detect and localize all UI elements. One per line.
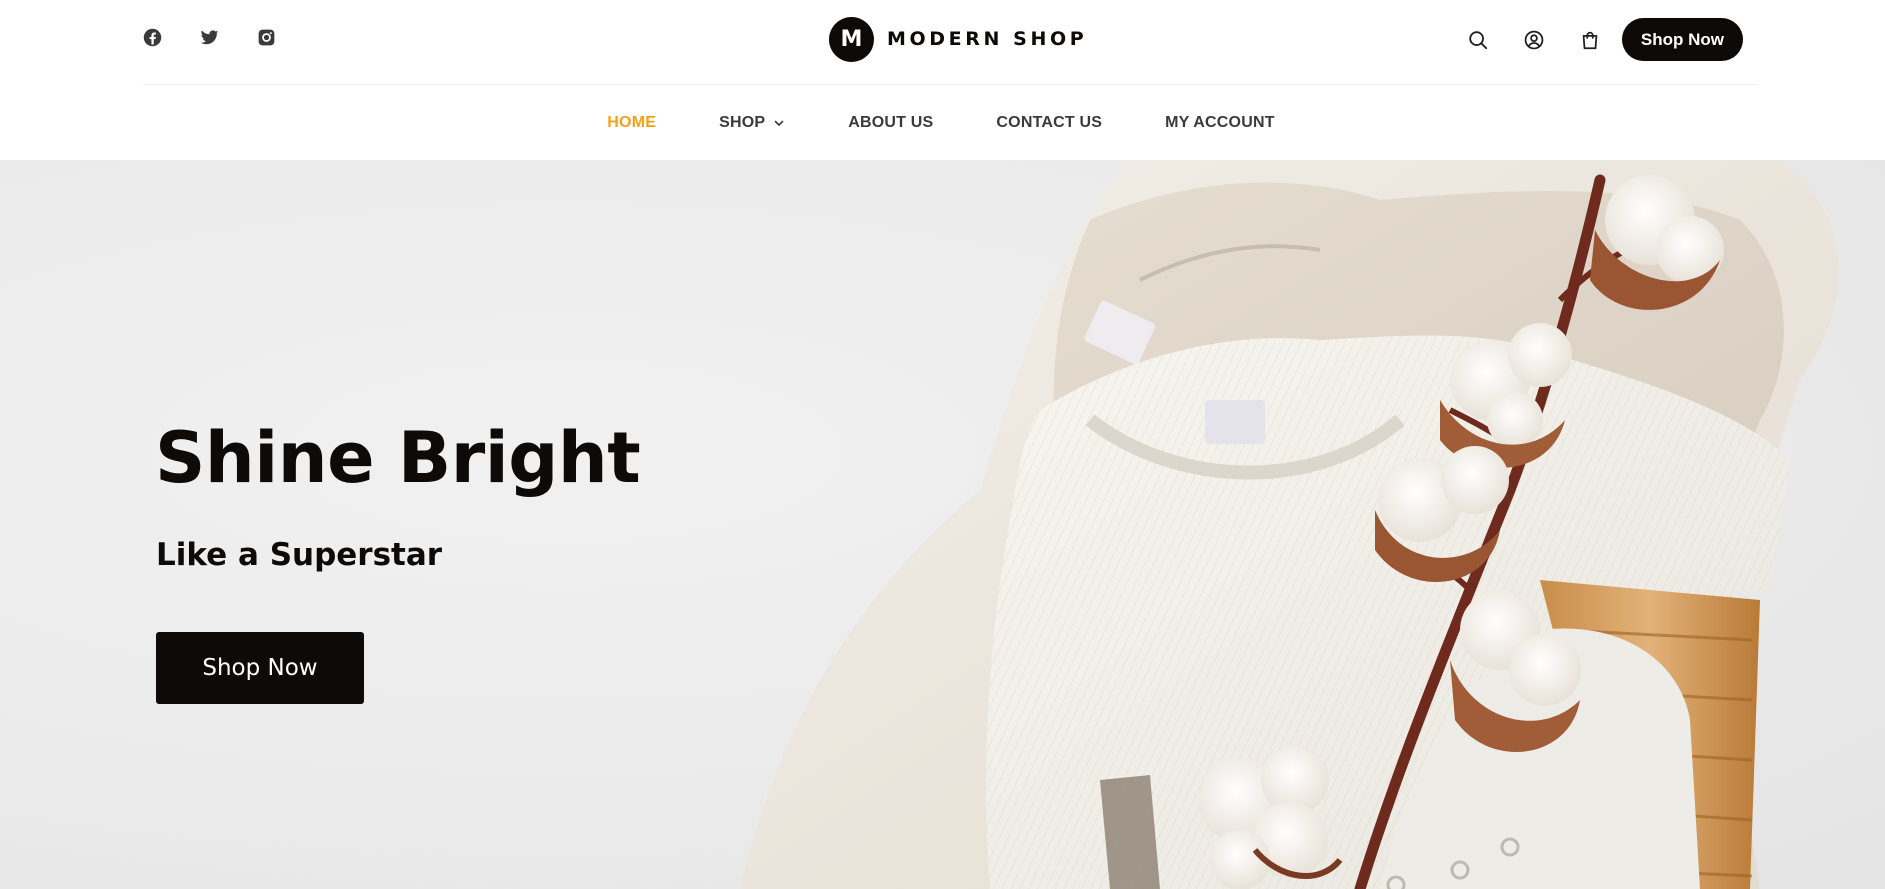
instagram-icon[interactable] [256, 27, 277, 48]
brand-name: MODERN SHOP [887, 28, 1088, 50]
account-icon[interactable] [1523, 29, 1545, 51]
twitter-icon[interactable] [199, 27, 220, 48]
chevron-down-icon [774, 120, 784, 126]
logo-mark: M [829, 16, 874, 62]
hero-subtitle: Like a Superstar [156, 537, 443, 573]
header-tools: Shop Now [1467, 18, 1743, 61]
search-icon[interactable] [1467, 29, 1489, 51]
facebook-icon[interactable] [142, 27, 163, 48]
main-nav: HOME SHOP ABOUT US CONTACT US MY ACCOUNT [0, 85, 1885, 160]
hero-title: Shine Bright [155, 417, 641, 499]
hero-banner: Shine Bright Like a Superstar Shop Now [0, 160, 1885, 889]
hero-product-image [740, 160, 1839, 889]
nav-item-my-account[interactable]: MY ACCOUNT [1165, 114, 1275, 132]
nav-item-contact-us[interactable]: CONTACT US [996, 114, 1102, 132]
nav-item-shop[interactable]: SHOP [719, 114, 785, 132]
nav-item-label: CONTACT US [996, 113, 1103, 131]
site-logo[interactable]: M MODERN SHOP [829, 16, 1088, 62]
nav-item-home[interactable]: HOME [607, 114, 656, 132]
nav-item-label: MY ACCOUNT [1165, 113, 1275, 131]
cart-icon[interactable] [1579, 29, 1601, 51]
header-shop-now-button[interactable]: Shop Now [1621, 18, 1743, 61]
social-links [142, 27, 277, 48]
nav-item-label: SHOP [719, 113, 766, 131]
nav-item-label: HOME [607, 113, 657, 131]
nav-item-label: ABOUT US [848, 113, 934, 131]
nav-item-about-us[interactable]: ABOUT US [848, 114, 933, 132]
hero-shop-now-button[interactable]: Shop Now [156, 632, 364, 704]
site-header: M MODERN SHOP Shop Now [0, 0, 1885, 85]
